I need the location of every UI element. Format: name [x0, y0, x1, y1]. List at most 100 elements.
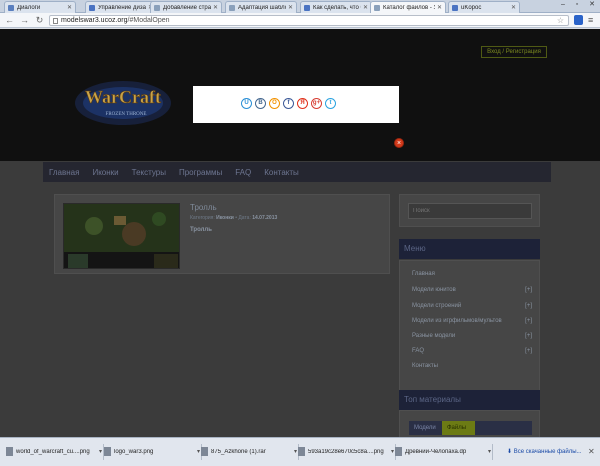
entry-thumbnail[interactable]	[63, 203, 180, 269]
show-all-downloads-link[interactable]: ⬇ Все скачанные файлы...	[507, 448, 582, 455]
menu-item-label: Модели строений	[412, 303, 462, 309]
maximize-icon[interactable]: ▫	[570, 0, 584, 10]
reload-icon[interactable]: ↻	[34, 15, 45, 26]
download-separator	[492, 444, 493, 460]
entry-date: 14.07.2013	[252, 215, 278, 221]
twitter-share-icon[interactable]: t	[325, 98, 336, 109]
download-filename: logo_war3.png	[114, 448, 154, 455]
menu-item-label: Модели юнитов	[412, 287, 456, 293]
file-icon	[6, 447, 13, 456]
login-register-link[interactable]: Вход / Регистрация	[481, 46, 547, 58]
facebook-share-icon[interactable]: f	[283, 98, 294, 109]
bookmark-star-icon[interactable]: ☆	[557, 16, 564, 26]
tab-close-icon[interactable]: ✕	[213, 4, 218, 11]
tab-models[interactable]: Модели	[409, 421, 442, 435]
tab-close-icon[interactable]: ✕	[511, 4, 516, 11]
menu-item-label: Контакты	[412, 363, 438, 369]
file-icon	[104, 447, 111, 456]
chevron-down-icon[interactable]: ▾	[488, 448, 491, 455]
odnoklassniki-share-icon[interactable]: O	[269, 98, 280, 109]
menu-item-label: Модели из игрфильмов/мультов	[412, 318, 502, 324]
tab-title: Как сделать, что бы	[313, 4, 361, 11]
sidebar-menu-item[interactable]: FAQ [+]	[412, 348, 532, 354]
nav-item[interactable]: Программы	[179, 168, 222, 177]
menu-item-label: Разные модели	[412, 333, 456, 339]
tab-close-icon[interactable]: ✕	[288, 4, 293, 11]
download-item[interactable]: 875_Azkhone (1).rar ▾	[201, 445, 297, 458]
tab-files[interactable]: Файлы	[442, 421, 475, 435]
entry-category[interactable]: Иконки	[216, 215, 234, 221]
tab-title: Добавление страни	[163, 4, 211, 11]
download-item[interactable]: world_of_warcraft_cu....png ▾	[6, 445, 102, 458]
yandex-share-icon[interactable]: Я	[297, 98, 308, 109]
browser-toolbar: ← → ↻ modelswar3.ucoz.org/#ModalOpen ☆	[0, 13, 600, 28]
browser-tab[interactable]: Добавление страни✕	[150, 1, 222, 13]
tab-favicon-icon	[8, 4, 14, 11]
sidebar-menu-item[interactable]: Модели из игрфильмов/мультов [+]	[412, 318, 532, 324]
menu-item-label: Главная	[412, 271, 435, 277]
nav-item[interactable]: Главная	[49, 168, 79, 177]
sidebar-menu-item[interactable]: Модели юнитов [+]	[412, 287, 532, 293]
sidebar-menu-item[interactable]: Разные модели [+]	[412, 333, 532, 339]
nav-item[interactable]: Контакты	[264, 168, 299, 177]
close-window-icon[interactable]: ✕	[585, 0, 599, 10]
browser-tab[interactable]: uKopoc ✕	[448, 1, 520, 13]
share-buttons: U B Of Яg+ t	[241, 98, 339, 109]
browser-menu-icon[interactable]: ≡	[588, 15, 596, 25]
url-text: modelswar3.ucoz.org/#ModalOpen	[61, 17, 170, 24]
tab-close-icon[interactable]: ✕	[363, 4, 368, 11]
warcraft-logo[interactable]: WarCraft FROZEN THRONE	[68, 73, 178, 127]
modal-close-icon[interactable]: ×	[394, 138, 404, 148]
top-materials-box: Модели Файлы	[399, 410, 540, 437]
address-bar[interactable]: modelswar3.ucoz.org/#ModalOpen ☆	[49, 15, 569, 26]
sidebar-menu-item[interactable]: Модели строений [+]	[412, 303, 532, 309]
expand-toggle[interactable]: [+]	[525, 333, 532, 339]
tab-favicon-icon	[229, 4, 235, 11]
sidebar-search-box	[399, 194, 540, 227]
download-bar-close-icon[interactable]: ✕	[588, 447, 595, 456]
nav-item[interactable]: Иконки	[92, 168, 118, 177]
nav-item[interactable]: Текстуры	[132, 168, 166, 177]
entry-meta: Категория: Иконки • Дата: 14.07.2013	[190, 215, 278, 221]
tab-title: Диалоги	[17, 4, 41, 11]
browser-tab[interactable]: Управление дизайн✕	[85, 1, 157, 13]
tab-close-icon[interactable]: ✕	[437, 4, 442, 11]
google-plus-share-icon[interactable]: g+	[311, 98, 322, 109]
menu-title: Меню	[399, 239, 540, 259]
minimize-icon[interactable]: –	[556, 0, 570, 10]
tab-favicon-icon	[452, 4, 458, 11]
download-bar: ⬇ Все скачанные файлы... ✕ world_of_warc…	[0, 437, 600, 466]
tab-strip-rest	[475, 421, 532, 435]
file-icon	[298, 447, 305, 456]
nav-item[interactable]: FAQ	[235, 168, 251, 177]
download-filename: 875_Azkhone (1).rar	[211, 448, 266, 455]
back-icon[interactable]: ←	[4, 15, 15, 26]
browser-tab[interactable]: Как сделать, что бы✕	[300, 1, 372, 13]
sidebar-menu-item[interactable]: Главная	[412, 271, 532, 277]
chevron-down-icon[interactable]: ▾	[99, 448, 102, 455]
sidebar-menu-item[interactable]: Контакты	[412, 363, 532, 369]
page-viewport: Вход / Регистрация WarCraft FROZEN THRON…	[0, 29, 600, 437]
chevron-down-icon[interactable]: ▾	[294, 448, 297, 455]
download-item[interactable]: Древний-Челопаха.dp ▾	[395, 445, 491, 458]
entry-title[interactable]: Тролль	[190, 203, 217, 212]
menu-item-label: FAQ	[412, 348, 425, 354]
browser-tab[interactable]: Диалоги ✕	[4, 1, 76, 13]
tab-close-icon[interactable]: ✕	[67, 4, 72, 11]
browser-tab[interactable]: Адаптация шаблон✕	[225, 1, 297, 13]
download-item[interactable]: logo_war3.png ▾	[104, 445, 200, 458]
chevron-down-icon[interactable]: ▾	[391, 448, 394, 455]
expand-toggle[interactable]: [+]	[525, 287, 532, 293]
expand-toggle[interactable]: [+]	[525, 318, 532, 324]
download-item[interactable]: 593a19c28e670c5c8a....png ▾	[298, 445, 394, 458]
extension-shield-icon[interactable]	[574, 15, 583, 25]
search-input[interactable]	[408, 203, 532, 219]
expand-toggle[interactable]: [+]	[525, 303, 532, 309]
forward-icon[interactable]: →	[19, 15, 30, 26]
expand-toggle[interactable]: [+]	[525, 348, 532, 354]
browser-tab[interactable]: Каталог файлов - У ✕	[370, 1, 446, 13]
tab-title: Управление дизайн	[98, 4, 146, 11]
ucoz-share-icon[interactable]: U	[241, 98, 252, 109]
vk-share-icon[interactable]: B	[255, 98, 266, 109]
chevron-down-icon[interactable]: ▾	[197, 448, 200, 455]
